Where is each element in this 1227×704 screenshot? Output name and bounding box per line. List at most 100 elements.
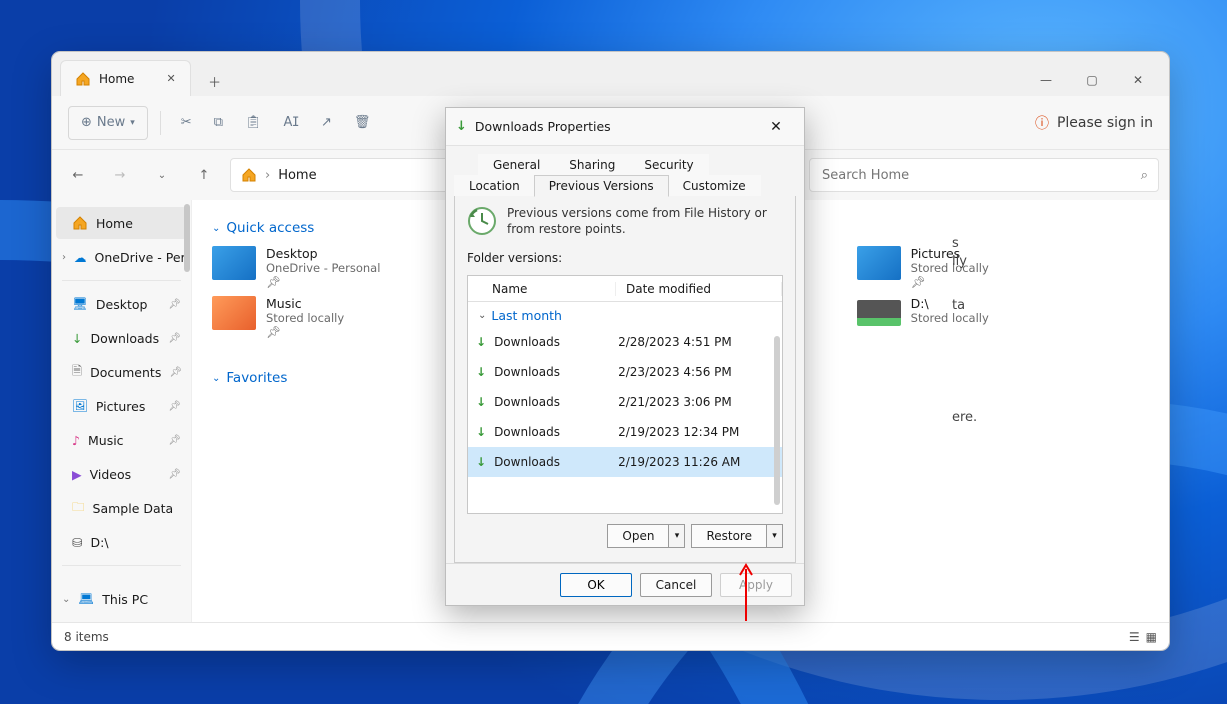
- download-icon: ↓: [456, 119, 467, 134]
- qa-name: Pictures: [911, 246, 989, 261]
- qa-pictures[interactable]: PicturesStored locally📌︎: [857, 246, 1149, 292]
- version-row[interactable]: ↓Downloads2/28/2023 4:51 PM: [468, 327, 782, 357]
- pin-icon: 📌︎: [168, 469, 181, 480]
- tab-security[interactable]: Security: [629, 154, 708, 176]
- copy-icon: ⧉: [214, 115, 223, 130]
- share-button[interactable]: ↗: [313, 106, 340, 140]
- nav-thispc[interactable]: ⌄ 💻︎ This PC: [56, 583, 187, 615]
- nav-label: This PC: [102, 592, 148, 607]
- cancel-button[interactable]: Cancel: [640, 573, 712, 597]
- close-window-button[interactable]: ✕: [1115, 64, 1161, 96]
- nav-pane: Home › ☁ OneDrive - Pers 🖥︎Desktop📌︎ ↓Do…: [52, 200, 192, 622]
- version-row[interactable]: ↓Downloads2/19/2023 12:34 PM: [468, 417, 782, 447]
- group-last-month[interactable]: ⌄Last month: [468, 302, 782, 327]
- list-header: Name Date modified: [468, 276, 782, 302]
- trash-icon: 🗑︎: [354, 115, 371, 130]
- row-date: 2/19/2023 12:34 PM: [618, 425, 739, 439]
- paste-button[interactable]: 📋︎: [237, 106, 270, 140]
- recent-button[interactable]: ⌄: [146, 159, 178, 191]
- nav-home[interactable]: Home: [56, 207, 187, 239]
- qa-sub: Stored locally: [911, 261, 989, 275]
- ok-button[interactable]: OK: [560, 573, 632, 597]
- qa-drive-d[interactable]: D:\Stored locally: [857, 296, 1149, 342]
- folder-versions-label: Folder versions:: [467, 251, 783, 265]
- nav-label: D:\: [90, 535, 108, 550]
- version-row[interactable]: ↓Downloads2/19/2023 11:26 AM: [468, 447, 782, 477]
- pin-icon: 📌︎: [266, 275, 380, 289]
- scrollbar-thumb[interactable]: [774, 336, 780, 505]
- nav-documents[interactable]: 🗎Documents📌︎: [56, 356, 187, 388]
- tab-label: Home: [99, 72, 134, 86]
- nav-onedrive[interactable]: › ☁ OneDrive - Pers: [56, 241, 187, 273]
- tab-close-icon[interactable]: ✕: [166, 72, 175, 85]
- open-button[interactable]: Open: [607, 524, 669, 548]
- back-button[interactable]: ←: [62, 159, 94, 191]
- home-icon: [75, 71, 91, 87]
- restore-split-button[interactable]: Restore ▾: [691, 524, 783, 548]
- warning-icon: ⓘ: [1035, 113, 1049, 133]
- chevron-down-icon: ⌄: [212, 223, 220, 234]
- forward-button[interactable]: →: [104, 159, 136, 191]
- sign-in-prompt[interactable]: ⓘ Please sign in: [1035, 113, 1153, 133]
- maximize-button[interactable]: ▢: [1069, 64, 1115, 96]
- qa-sub: Stored locally: [266, 311, 344, 325]
- nav-desktop[interactable]: 🖥︎Desktop📌︎: [56, 288, 187, 320]
- pin-icon: 📌︎: [169, 367, 182, 378]
- restore-button[interactable]: Restore: [691, 524, 767, 548]
- col-name[interactable]: Name: [468, 282, 616, 296]
- download-icon: ↓: [476, 425, 486, 439]
- nav-pictures[interactable]: 🖼︎Pictures📌︎: [56, 390, 187, 422]
- nav-videos[interactable]: ▶Videos📌︎: [56, 458, 187, 490]
- nav-music[interactable]: ♪Music📌︎: [56, 424, 187, 456]
- folder-icon: 🗀: [72, 498, 85, 519]
- dialog-title-bar[interactable]: ↓ Downloads Properties ✕: [446, 108, 804, 146]
- nav-drive-d[interactable]: ⛁D:\: [56, 526, 187, 558]
- folder-thumb: [212, 246, 256, 280]
- restore-dropdown[interactable]: ▾: [767, 524, 783, 548]
- version-row[interactable]: ↓Downloads2/23/2023 4:56 PM: [468, 357, 782, 387]
- search-input[interactable]: [820, 167, 1141, 184]
- nav-sampledata[interactable]: 🗀Sample Data: [56, 492, 187, 524]
- dialog-close-button[interactable]: ✕: [758, 112, 794, 142]
- chevron-down-icon[interactable]: ⌄: [62, 594, 70, 605]
- apply-button[interactable]: Apply: [720, 573, 792, 597]
- details-view-button[interactable]: ☰: [1129, 630, 1140, 644]
- scrollbar-thumb[interactable]: [184, 204, 190, 272]
- search-bar[interactable]: ⌕: [809, 158, 1159, 192]
- qa-name: Music: [266, 296, 344, 311]
- chevron-down-icon: ⌄: [212, 373, 220, 384]
- new-button[interactable]: ⊕ New ▾: [68, 106, 148, 140]
- download-icon: ↓: [476, 335, 486, 349]
- tab-customize[interactable]: Customize: [668, 175, 761, 197]
- status-bar: 8 items ☰ ▦: [52, 622, 1169, 650]
- row-date: 2/19/2023 11:26 AM: [618, 455, 740, 469]
- open-dropdown[interactable]: ▾: [669, 524, 685, 548]
- nav-label: OneDrive - Pers: [95, 250, 188, 265]
- row-name: Downloads: [494, 395, 610, 409]
- tab-general[interactable]: General: [478, 154, 555, 176]
- chevron-right-icon[interactable]: ›: [62, 252, 66, 263]
- row-date: 2/23/2023 4:56 PM: [618, 365, 732, 379]
- desktop-icon: 🖥︎: [72, 296, 88, 312]
- tab-home[interactable]: Home ✕: [60, 60, 191, 96]
- cut-button[interactable]: ✂: [173, 106, 200, 140]
- tiles-view-button[interactable]: ▦: [1146, 630, 1157, 644]
- qa-sub: OneDrive - Personal: [266, 261, 380, 275]
- col-date[interactable]: Date modified: [616, 282, 782, 296]
- new-tab-button[interactable]: ＋: [197, 66, 233, 96]
- version-row[interactable]: ↓Downloads2/21/2023 3:06 PM: [468, 387, 782, 417]
- breadcrumb[interactable]: Home: [278, 168, 316, 183]
- tab-sharing[interactable]: Sharing: [554, 154, 630, 176]
- open-split-button[interactable]: Open ▾: [607, 524, 685, 548]
- copy-button[interactable]: ⧉: [206, 106, 231, 140]
- delete-button[interactable]: 🗑︎: [346, 106, 379, 140]
- up-button[interactable]: ↑: [188, 159, 220, 191]
- tab-location[interactable]: Location: [454, 175, 535, 197]
- folder-thumb: [212, 296, 256, 330]
- rename-button[interactable]: Aⵊ: [276, 106, 307, 140]
- nav-label: Documents: [90, 365, 161, 380]
- plus-icon: ⊕: [81, 115, 92, 130]
- minimize-button[interactable]: —: [1023, 64, 1069, 96]
- nav-downloads[interactable]: ↓Downloads📌︎: [56, 322, 187, 354]
- tab-previous-versions[interactable]: Previous Versions: [534, 175, 669, 197]
